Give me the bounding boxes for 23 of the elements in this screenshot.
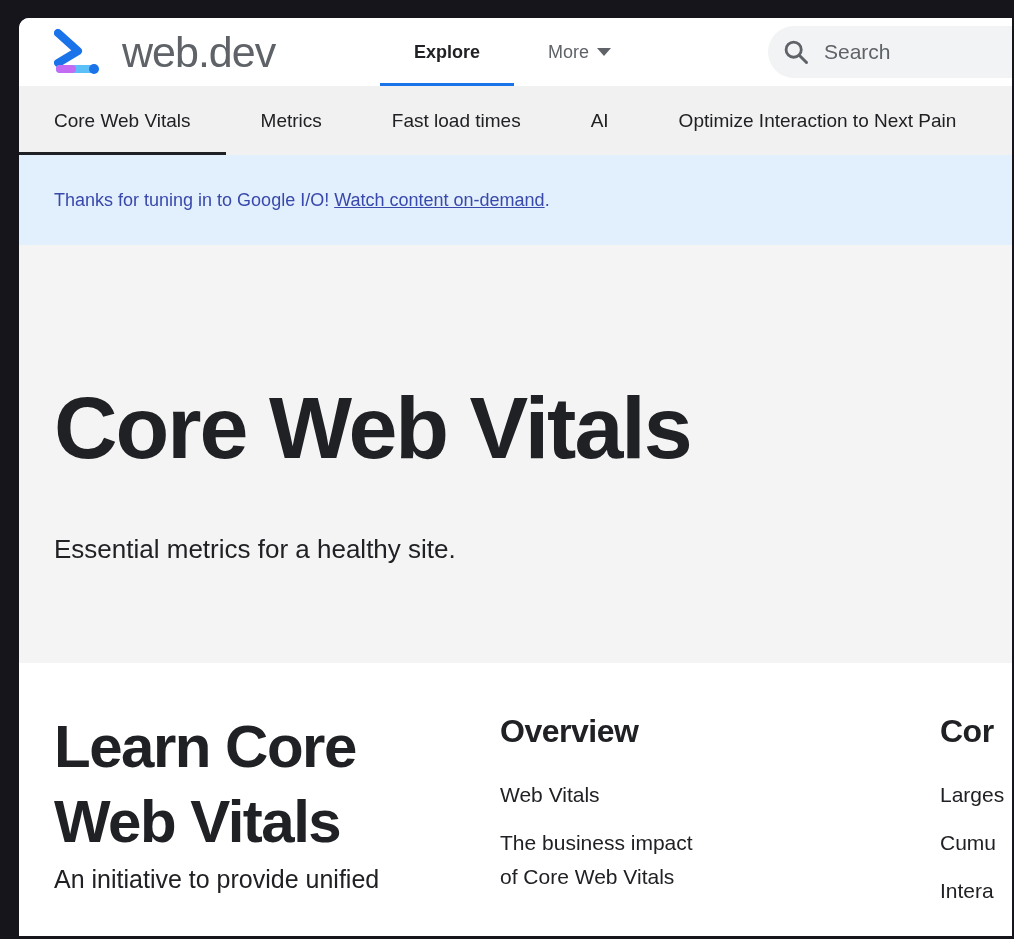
banner-link[interactable]: Watch content on-demand <box>334 189 545 210</box>
article-link[interactable]: The business impact of Core Web Vitals <box>500 826 715 894</box>
section-tab[interactable]: Optimize Interaction to Next Pain <box>643 86 992 155</box>
page-subtitle: Essential metrics for a healthy site. <box>54 533 457 565</box>
article-link[interactable]: Cumu <box>940 826 1012 860</box>
nav-tab[interactable]: More <box>514 18 646 86</box>
section-tab[interactable]: Metrics <box>225 86 357 155</box>
logo-icon <box>54 29 100 75</box>
article-link[interactable]: Larges <box>940 778 1012 812</box>
site-logo-text[interactable]: web.dev <box>122 27 276 77</box>
article-link[interactable]: Web Vitals <box>500 778 715 812</box>
section-description: An initiative to provide unified <box>54 865 381 894</box>
page-title: Core Web Vitals <box>54 376 692 472</box>
search-icon <box>782 38 810 66</box>
column-heading: Overview <box>500 713 640 750</box>
banner-message: Thanks for tuning in to Google I/O! Watch content on-demand. <box>54 189 550 211</box>
article-link[interactable]: Intera <box>940 874 1012 908</box>
section-tab[interactable]: AI <box>555 86 644 155</box>
section-title: Learn Core Web Vitals <box>54 712 357 857</box>
section-tab[interactable]: Fast load times <box>356 86 556 155</box>
caret-icon <box>597 48 612 56</box>
column-heading: Cor <box>940 713 995 750</box>
search-field[interactable]: Search <box>768 26 1012 78</box>
